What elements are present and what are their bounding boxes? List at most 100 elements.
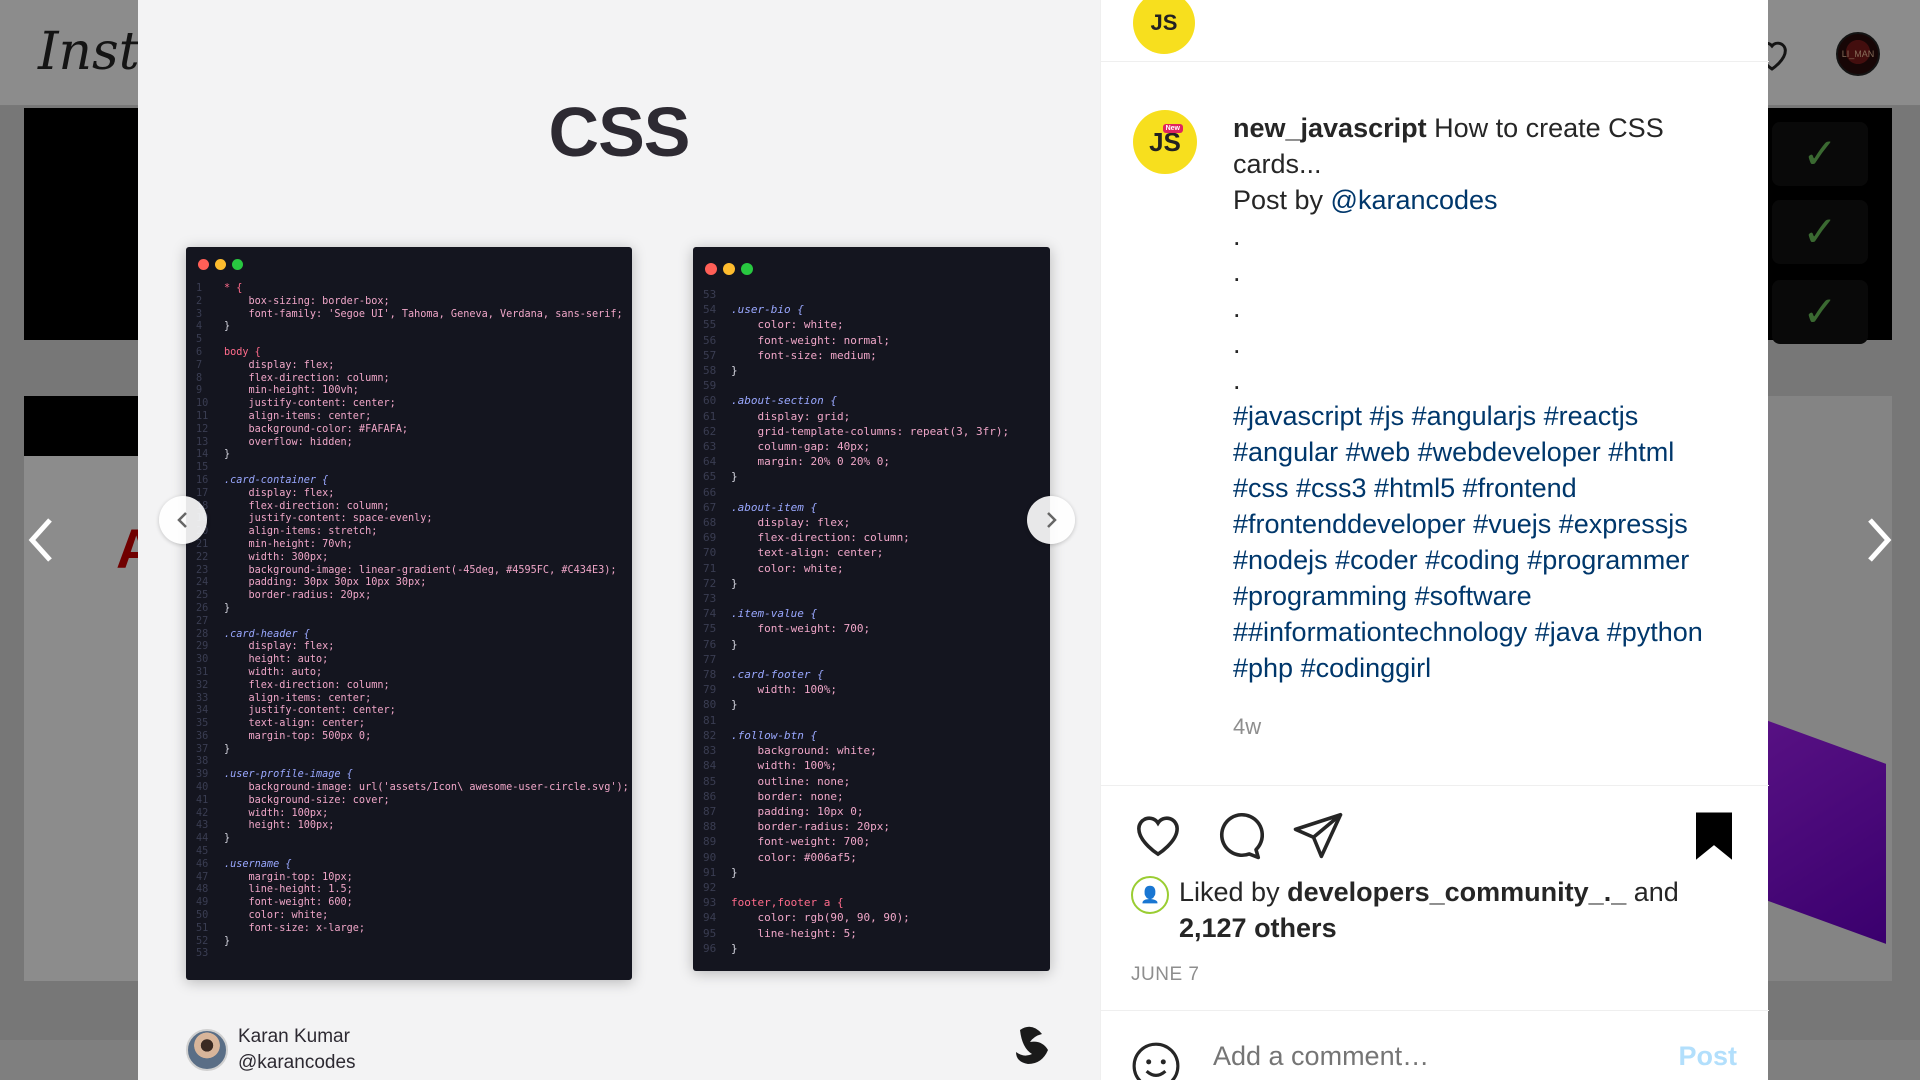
code-line: 71 color: white; <box>703 561 844 575</box>
slide-prev-button[interactable] <box>159 496 207 544</box>
code-line: 88 border-radius: 20px; <box>703 820 890 834</box>
post-comment-button[interactable]: Post <box>1678 1041 1737 1072</box>
mention-link[interactable]: @karancodes <box>1331 185 1498 215</box>
code-line: 34 justify-content: center; <box>196 705 396 717</box>
code-line: 46 .username { <box>196 858 292 870</box>
code-line: 66 <box>703 485 717 499</box>
hashtags[interactable]: #javascript #js #angularjs #reactjs #ang… <box>1233 401 1703 683</box>
code-line: 47 margin-top: 10px; <box>196 871 353 883</box>
likes-summary: Liked by developers_community_._ and 2,1… <box>1179 877 1679 943</box>
liker-username[interactable]: developers_community_._ <box>1287 877 1626 907</box>
code-line: 24 padding: 30px 30px 10px 30px; <box>196 577 427 589</box>
code-line: 65} <box>703 470 738 484</box>
chevron-left-icon <box>177 512 187 528</box>
code-line: 63 column-gap: 40px; <box>703 440 871 454</box>
code-line: 94 color: rgb(90, 90, 90); <box>703 911 910 925</box>
code-line: 96} <box>703 941 738 955</box>
post-media[interactable]: CSS 1 * {2 box-sizing: border-box; 3 font-… <box>138 0 1100 1080</box>
code-line: 8 flex-direction: column; <box>196 372 390 384</box>
code-line: 49 font-weight: 600; <box>196 897 353 909</box>
post-actions <box>1131 808 1741 862</box>
code-line: 45 <box>196 846 209 858</box>
code-line: 87 padding: 10px 0; <box>703 804 864 818</box>
new-badge: New <box>1162 124 1183 133</box>
code-line: 86 border: none; <box>703 789 844 803</box>
code-line: 15 <box>196 462 209 474</box>
code-line: 68 display: flex; <box>703 516 851 530</box>
post-by-label: Post by <box>1233 185 1331 215</box>
code-line: 26} <box>196 602 231 614</box>
author-handle: @karancodes <box>238 1052 356 1073</box>
chevron-right-icon <box>1047 512 1057 528</box>
code-line: 32 flex-direction: column; <box>196 679 390 691</box>
comment-input[interactable] <box>1213 1041 1633 1072</box>
code-line: 90 color: #006af5; <box>703 850 857 864</box>
code-line: 42 width: 100px; <box>196 807 329 819</box>
code-line: 83 background: white; <box>703 744 877 758</box>
code-line: 19 justify-content: space-evenly; <box>196 513 433 525</box>
post-age[interactable]: 4w <box>1233 714 1261 740</box>
code-line: 4} <box>196 321 231 333</box>
code-line: 38 <box>196 756 209 768</box>
code-line: 60 .about-section { <box>703 394 837 408</box>
code-line: 73 <box>703 592 717 606</box>
caption-avatar[interactable]: JS New <box>1133 110 1197 174</box>
slide-next-button[interactable] <box>1027 496 1075 544</box>
code-line: 80} <box>703 698 738 712</box>
like-button[interactable] <box>1131 808 1185 862</box>
emoji-icon[interactable] <box>1131 1041 1181 1080</box>
window-controls <box>705 263 753 275</box>
likes-others-link[interactable]: 2,127 others <box>1179 913 1337 943</box>
code-line: 56 font-weight: normal; <box>703 333 890 347</box>
code-line: 3 font-family: 'Segoe UI', Tahoma, Genev… <box>196 308 623 320</box>
code-line: 22 width: 300px; <box>196 551 329 563</box>
brand-logo-icon <box>1016 1026 1048 1064</box>
caption-username[interactable]: new_javascript <box>1233 113 1427 143</box>
post-header: JS <box>1101 0 1769 62</box>
code-line: 67 .about-item { <box>703 500 818 514</box>
divider <box>1101 785 1769 786</box>
code-line: 58} <box>703 364 738 378</box>
code-line: 55 color: white; <box>703 318 844 332</box>
code-line: 6 body { <box>196 346 261 358</box>
account-avatar[interactable]: JS <box>1133 0 1195 54</box>
code-line: 72} <box>703 576 738 590</box>
code-line: 79 width: 100%; <box>703 683 837 697</box>
code-line: 53 <box>703 288 717 301</box>
code-line: 84 width: 100%; <box>703 759 837 773</box>
code-line: 43 height: 100px; <box>196 820 335 832</box>
code-line: 93 footer,footer a { <box>703 896 844 910</box>
code-line: 81 <box>703 713 717 727</box>
chevron-left-icon <box>28 518 52 562</box>
comment-button[interactable] <box>1211 808 1265 862</box>
code-line: 39 .user-profile-image { <box>196 769 353 781</box>
author-avatar <box>186 1029 228 1071</box>
share-button[interactable] <box>1291 808 1345 862</box>
code-line: 7 display: flex; <box>196 359 335 371</box>
code-line: 95 line-height: 5; <box>703 926 857 940</box>
code-line: 40 background-image: url('assets/Icon\ a… <box>196 782 629 794</box>
code-line: 64 margin: 20% 0 20% 0; <box>703 455 890 469</box>
code-line: 18 flex-direction: column; <box>196 500 390 512</box>
code-line: 1 * { <box>196 283 243 294</box>
code-line: 21 min-height: 70vh; <box>196 538 353 550</box>
code-line: 75 font-weight: 700; <box>703 622 871 636</box>
code-line: 2 box-sizing: border-box; <box>196 295 390 307</box>
next-post-button[interactable] <box>1860 510 1900 570</box>
code-line: 76} <box>703 637 738 651</box>
code-line: 62 grid-template-columns: repeat(3, 3fr)… <box>703 424 1010 438</box>
slide-author: Karan Kumar @karancodes <box>186 1024 356 1076</box>
post-modal: CSS 1 * {2 box-sizing: border-box; 3 font-… <box>138 0 1769 1080</box>
code-line: 57 font-size: medium; <box>703 348 877 362</box>
bookmark-button[interactable] <box>1687 808 1741 862</box>
previous-post-button[interactable] <box>20 510 60 570</box>
code-line: 23 background-image: linear-gradient(-45… <box>196 564 617 576</box>
code-line: 48 line-height: 1.5; <box>196 884 353 896</box>
code-line: 50 color: white; <box>196 910 329 922</box>
code-line: 91} <box>703 865 738 879</box>
code-line: 41 background-size: cover; <box>196 794 390 806</box>
post-date[interactable]: JUNE 7 <box>1131 964 1199 986</box>
code-line: 54 .user-bio { <box>703 303 804 317</box>
code-line: 69 flex-direction: column; <box>703 531 910 545</box>
code-line: 29 display: flex; <box>196 641 335 653</box>
